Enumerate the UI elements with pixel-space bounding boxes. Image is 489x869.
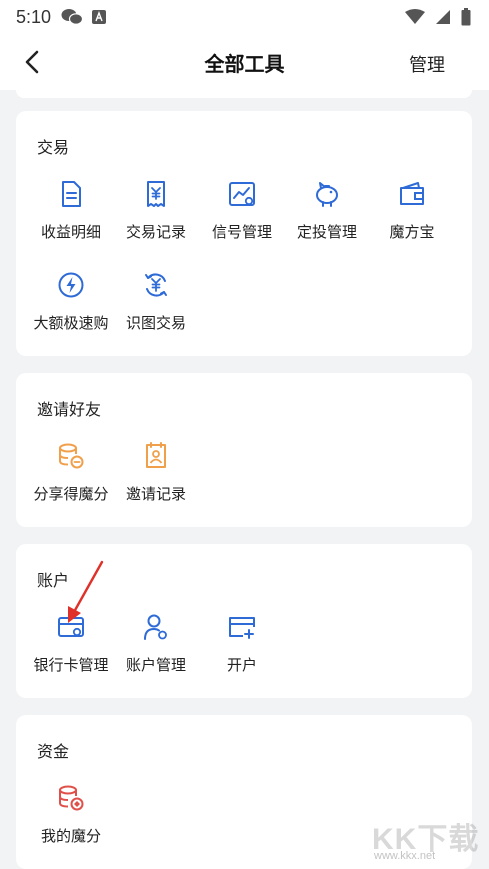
tool-open-account[interactable]: 开户 (199, 608, 285, 688)
wallet-icon (400, 182, 424, 205)
tool-label: 信号管理 (211, 224, 272, 241)
tool-auto-invest[interactable]: 定投管理 (284, 175, 370, 255)
wechat-icon (61, 9, 84, 25)
back-button[interactable] (18, 48, 46, 76)
tool-my-points[interactable]: 我的魔分 (28, 779, 114, 859)
tool-label: 我的魔分 (40, 828, 101, 845)
invite-record-icon (146, 442, 166, 468)
previous-card-edge (16, 90, 472, 98)
tool-trade-record[interactable]: 交易记录 (113, 175, 199, 255)
section-title-funds: 资金 (37, 744, 70, 761)
tool-signal-management[interactable]: 信号管理 (199, 175, 285, 255)
tool-label: 定投管理 (296, 224, 357, 241)
tool-label: 收益明细 (40, 224, 101, 241)
lightning-icon (58, 272, 84, 298)
section-title-invite: 邀请好友 (37, 402, 102, 419)
tool-share-points[interactable]: 分享得魔分 (28, 437, 114, 517)
tool-label: 大额极速购 (33, 315, 109, 332)
section-title-trade: 交易 (37, 140, 70, 157)
tool-label: 识图交易 (125, 315, 186, 332)
wifi-icon (405, 9, 425, 24)
trade-card: 交易 收益明细 交易记录 信号管理 定投管理 魔方宝 大额极速购 识图交易 (16, 111, 472, 356)
tool-income-detail[interactable]: 收益明细 (28, 175, 114, 255)
card-add-icon (229, 617, 255, 639)
tool-mofang-bao[interactable]: 魔方宝 (369, 175, 455, 255)
tool-invite-record[interactable]: 邀请记录 (113, 437, 199, 517)
invite-card: 邀请好友 分享得魔分 邀请记录 (16, 373, 472, 527)
tool-label: 开户 (226, 657, 257, 674)
header: 全部工具 管理 (0, 34, 489, 90)
status-system-icons (405, 8, 471, 26)
yen-exchange-icon (145, 273, 167, 297)
coins-points-icon (59, 785, 84, 811)
chart-settings-icon (229, 182, 255, 206)
app-notification-icon (92, 10, 107, 24)
section-title-account: 账户 (37, 573, 70, 590)
bank-card-settings-icon (58, 617, 84, 637)
manage-button[interactable]: 管理 (409, 51, 445, 77)
account-card: 账户 银行卡管理 账户管理 开户 (16, 544, 472, 698)
document-icon (62, 181, 81, 207)
yen-receipt-icon (147, 181, 165, 207)
tool-label: 分享得魔分 (33, 486, 109, 503)
signal-icon (436, 10, 450, 24)
tool-label: 邀请记录 (125, 486, 186, 503)
status-notification-icons (61, 8, 107, 26)
tool-image-trade[interactable]: 识图交易 (113, 266, 199, 346)
coins-share-icon (59, 443, 84, 469)
tool-large-fast-purchase[interactable]: 大额极速购 (28, 266, 114, 346)
user-settings-icon (144, 614, 167, 640)
battery-icon (461, 8, 471, 26)
funds-card: 资金 我的魔分 (16, 715, 472, 869)
tool-label: 交易记录 (125, 224, 186, 241)
tool-account-management[interactable]: 账户管理 (113, 608, 199, 688)
tool-label: 银行卡管理 (33, 657, 109, 674)
status-time: 5:10 (16, 6, 52, 27)
tool-label: 魔方宝 (389, 224, 435, 241)
chevron-left-icon (25, 50, 39, 74)
tool-label: 账户管理 (125, 657, 186, 674)
status-bar: 5:10 (0, 0, 489, 34)
piggy-bank-icon (316, 182, 338, 207)
tool-bank-card-management[interactable]: 银行卡管理 (28, 608, 114, 688)
